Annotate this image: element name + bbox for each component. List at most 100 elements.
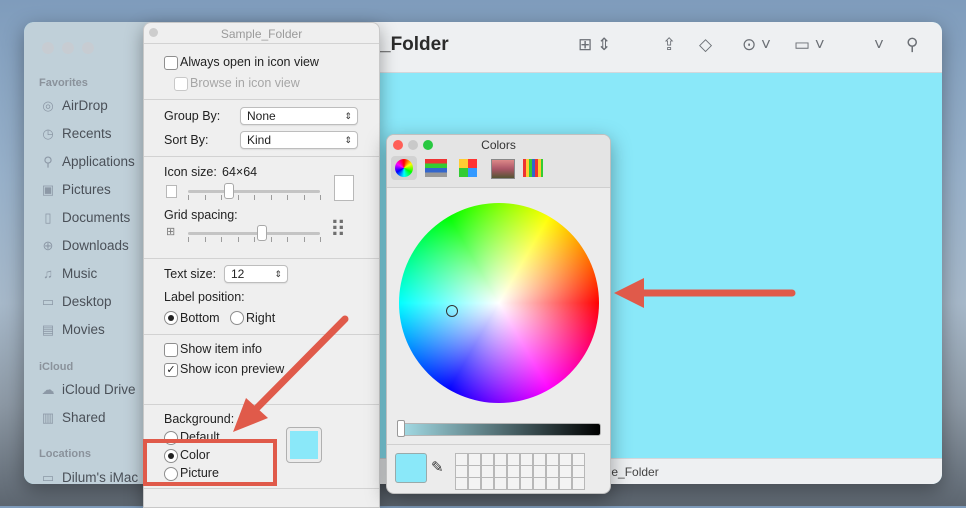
sidebar-item-label: Pictures [62, 182, 111, 197]
sidebar-item-label: Movies [62, 322, 105, 337]
custom-color-slot[interactable] [507, 477, 520, 490]
sidebar-item-movies[interactable]: ▤ Movies [40, 320, 105, 340]
grid-spacing-slider-knob[interactable] [256, 225, 267, 241]
label-bottom-radio[interactable] [164, 311, 178, 325]
background-color-well[interactable] [286, 427, 322, 463]
slider-tick [303, 195, 305, 200]
search-icon[interactable]: ⚲ [906, 35, 918, 55]
eyedropper-icon[interactable]: ✎ [431, 458, 444, 476]
sidebar-item-recents[interactable]: ◷ Recents [40, 124, 112, 144]
color-wheel-crosshair[interactable] [446, 305, 458, 317]
custom-color-slot[interactable] [546, 477, 559, 490]
bg-default-radio[interactable] [164, 431, 178, 445]
image-palettes-icon[interactable] [491, 159, 515, 179]
minimize-button[interactable] [62, 42, 74, 54]
slider-tick [287, 195, 288, 200]
show-icon-preview-label: Show icon preview [180, 362, 285, 376]
sidebar-item-airdrop[interactable]: ◎ AirDrop [40, 96, 107, 116]
always-open-label: Always open in icon view [180, 55, 319, 69]
divider [387, 444, 610, 445]
share-icon[interactable]: ⇪ [662, 35, 676, 55]
custom-color-slot[interactable] [455, 477, 468, 490]
download-icon: ⊕ [42, 238, 54, 253]
sidebar-item-shared[interactable]: ▥ Shared [40, 408, 106, 428]
divider [144, 43, 379, 44]
label-position-label: Label position: [164, 290, 245, 304]
sidebar-item-pictures[interactable]: ▣ Pictures [40, 180, 111, 200]
group-by-select[interactable]: None ⇕ [240, 107, 358, 125]
slider-tick [254, 195, 255, 200]
chevron-down-icon[interactable]: ˅ [874, 35, 884, 55]
icon-size-slider[interactable] [188, 190, 320, 193]
sidebar-item-label: Shared [62, 410, 106, 425]
sidebar-item-desktop[interactable]: ▭ Desktop [40, 292, 112, 312]
document-icon: ▯ [44, 210, 52, 225]
narrow-grid-icon: ⊞ [166, 226, 176, 238]
bg-picture-radio[interactable] [164, 467, 178, 481]
group-icon[interactable]: ▭ ˅ [794, 35, 825, 55]
close-button[interactable] [42, 42, 54, 54]
slider-tick [303, 237, 305, 242]
show-icon-preview-checkbox[interactable]: ✓ [164, 363, 178, 377]
palettes-icon[interactable] [459, 159, 477, 177]
window-title: _Folder [380, 34, 449, 55]
sidebar-item-downloads[interactable]: ⊕ Downloads [40, 236, 129, 256]
sidebar-item-imac[interactable]: ▭ Dilum's iMac [40, 468, 138, 484]
icon-size-label: Icon size: [164, 165, 217, 179]
sidebar-item-label: Applications [62, 154, 135, 169]
zoom-button[interactable] [82, 42, 94, 54]
film-icon: ▤ [41, 322, 55, 337]
slider-tick [221, 237, 222, 242]
slider-tick [204, 237, 206, 242]
browse-icon-view-checkbox [174, 77, 188, 91]
tag-icon[interactable]: ◇ [699, 35, 712, 55]
slider-tick [270, 195, 272, 200]
custom-color-slot[interactable] [468, 477, 481, 490]
custom-color-slot[interactable] [494, 477, 507, 490]
brightness-slider[interactable] [397, 423, 601, 436]
custom-color-slot[interactable] [572, 477, 585, 490]
always-open-checkbox[interactable] [164, 56, 178, 70]
slider-tick [237, 195, 239, 200]
sort-by-select[interactable]: Kind ⇕ [240, 131, 358, 149]
sliders-icon[interactable] [425, 159, 447, 177]
current-color-well[interactable] [395, 453, 427, 483]
custom-color-slot[interactable] [559, 477, 572, 490]
slider-tick [204, 195, 206, 200]
bg-color-label: Color [180, 448, 210, 462]
brightness-slider-knob[interactable] [397, 420, 405, 437]
bg-color-radio[interactable] [164, 449, 178, 463]
label-bottom-label: Bottom [180, 311, 220, 325]
sidebar-item-applications[interactable]: ⚲ Applications [40, 152, 135, 172]
icon-size-value: 64×64 [222, 165, 258, 179]
show-item-info-checkbox[interactable] [164, 343, 178, 357]
small-icon [166, 185, 177, 198]
clock-icon: ◷ [42, 126, 54, 141]
text-size-select[interactable]: 12 ⇕ [224, 265, 288, 283]
pencils-icon[interactable] [523, 159, 543, 177]
custom-color-slot[interactable] [520, 477, 533, 490]
sidebar-item-documents[interactable]: ▯ Documents [40, 208, 130, 228]
airdrop-icon: ◎ [42, 98, 54, 113]
wide-grid-icon: ⠿ [330, 217, 347, 242]
custom-color-slot[interactable] [533, 477, 546, 490]
color-wheel-icon[interactable] [395, 159, 413, 177]
color-wheel[interactable] [399, 203, 599, 403]
sidebar-item-icloud-drive[interactable]: ☁ iCloud Drive [40, 380, 136, 400]
slider-tick [188, 237, 189, 242]
divider [144, 99, 379, 100]
label-right-radio[interactable] [230, 311, 244, 325]
slider-tick [237, 237, 239, 242]
sidebar-section-favorites: Favorites [39, 77, 88, 89]
sidebar-item-label: Recents [62, 126, 112, 141]
sidebar-item-music[interactable]: ♫ Music [40, 264, 97, 284]
custom-color-slot[interactable] [481, 477, 494, 490]
bg-default-label: Default [180, 430, 220, 444]
large-icon [334, 175, 354, 201]
icon-size-slider-knob[interactable] [223, 183, 234, 199]
updown-arrow-icon: ⇕ [274, 269, 282, 279]
view-mode-icon[interactable]: ⊞ ⇕ [578, 35, 611, 55]
action-menu-icon[interactable]: ⊙ ˅ [742, 35, 771, 55]
colors-panel: Colors ✎ [386, 134, 611, 494]
grid-spacing-slider[interactable] [188, 232, 320, 235]
